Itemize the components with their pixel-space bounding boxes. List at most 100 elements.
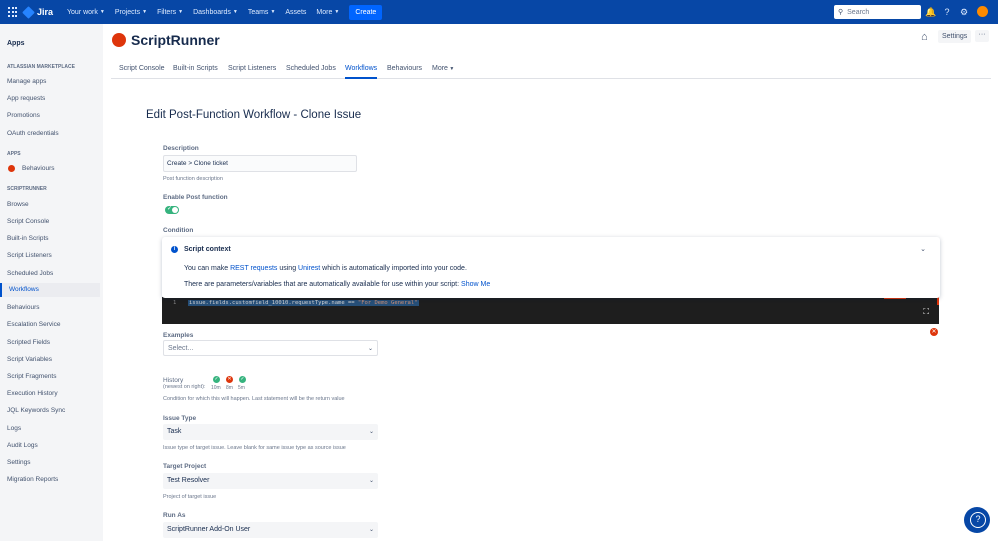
nav-filters[interactable]: Filters ▼	[157, 9, 183, 16]
history-time: 5m	[238, 385, 245, 391]
chevron-down-icon: ▼	[270, 9, 276, 15]
sidebar-item-execution-history[interactable]: Execution History	[7, 390, 58, 397]
examples-select[interactable]: Select... ⌄	[163, 340, 378, 356]
settings-button[interactable]: Settings	[938, 30, 972, 43]
description-label: Description	[163, 145, 199, 152]
sidebar-item-audit-logs[interactable]: Audit Logs	[7, 442, 38, 449]
tab-scheduled-jobs[interactable]: Scheduled Jobs	[286, 65, 336, 72]
run-as-select[interactable]: ScriptRunner Add-On User ⌄	[163, 522, 378, 538]
avatar[interactable]	[977, 6, 988, 17]
sidebar-title: Apps	[7, 40, 25, 47]
chevron-down-icon[interactable]: ⌄	[920, 245, 926, 253]
chevron-down-icon: ⌄	[367, 346, 373, 352]
nav-assets[interactable]: Assets	[285, 9, 306, 16]
sidebar-item-oauth[interactable]: OAuth credentials	[7, 130, 59, 137]
sidebar-item-manage-apps[interactable]: Manage apps	[7, 78, 46, 85]
sidebar-item-jql-keywords-sync[interactable]: JQL Keywords Sync	[7, 407, 65, 414]
sidebar-item-scheduled-jobs[interactable]: Scheduled Jobs	[7, 270, 53, 277]
sidebar-item-app-requests[interactable]: App requests	[7, 95, 45, 102]
history-time: 10m	[211, 385, 221, 391]
create-button[interactable]: Create	[349, 4, 383, 20]
issue-type-select[interactable]: Task ⌄	[163, 424, 378, 440]
popup-line-1: You can make REST requests using Unirest…	[184, 265, 467, 272]
sidebar-heading-marketplace: Atlassian Marketplace	[7, 64, 75, 70]
info-icon: i	[171, 246, 178, 253]
sidebar-item-behaviours[interactable]: Behaviours	[7, 304, 40, 311]
condition-help: Condition for which this will happen. La…	[163, 396, 345, 402]
code-line[interactable]: issue.fields.customfield_10010.requestTy…	[188, 300, 419, 306]
tab-script-listeners[interactable]: Script Listeners	[228, 65, 276, 72]
popup-title: Script context	[184, 246, 231, 253]
chevron-down-icon: ⌄	[368, 478, 374, 484]
app-switcher-icon[interactable]	[8, 7, 18, 17]
sidebar: Apps Atlassian Marketplace Manage apps A…	[0, 24, 103, 541]
nav-more[interactable]: More ▼	[316, 9, 339, 16]
error-icon[interactable]: ✕	[930, 328, 938, 336]
gear-icon[interactable]: ⚙	[959, 7, 969, 17]
sidebar-item-browse[interactable]: Browse	[7, 201, 29, 208]
nav-dashboards[interactable]: Dashboards ▼	[193, 9, 238, 16]
fullscreen-icon[interactable]: ⛶	[923, 307, 929, 317]
sidebar-heading-apps: Apps	[7, 151, 21, 157]
history-error-icon[interactable]: ✕	[226, 376, 233, 383]
show-me-link[interactable]: Show Me	[461, 281, 490, 288]
sidebar-item-logs[interactable]: Logs	[7, 425, 21, 432]
sidebar-item-script-listeners[interactable]: Script Listeners	[7, 252, 52, 259]
chevron-down-icon: ▼	[178, 9, 184, 15]
scriptrunner-logo-icon	[112, 33, 126, 47]
search-input[interactable]: ⚲ Search	[834, 5, 921, 19]
code-editor[interactable]: 1 issue.fields.customfield_10010.request…	[162, 297, 939, 324]
sidebar-item-settings[interactable]: Settings	[7, 459, 31, 466]
description-field[interactable]: Create > Clone ticket	[163, 155, 357, 172]
history-time: 8m	[226, 385, 233, 391]
sidebar-item-script-fragments[interactable]: Script Fragments	[7, 373, 57, 380]
tab-script-console[interactable]: Script Console	[119, 65, 165, 72]
top-navigation: Jira Your work ▼ Projects ▼ Filters ▼ Dashb…	[0, 0, 998, 24]
line-number: 1	[173, 300, 177, 306]
chevron-down-icon: ▼	[232, 9, 238, 15]
chevron-down-icon: ⌄	[368, 429, 374, 435]
target-project-select[interactable]: Test Resolver ⌄	[163, 473, 378, 489]
sidebar-item-migration-reports[interactable]: Migration Reports	[7, 476, 58, 483]
page-title: ScriptRunner	[131, 32, 220, 48]
nav-your-work[interactable]: Your work ▼	[67, 9, 105, 16]
target-project-label: Target Project	[163, 463, 207, 470]
chevron-down-icon: ▼	[142, 9, 148, 15]
chevron-down-icon: ▼	[99, 9, 105, 15]
rest-requests-link[interactable]: REST requests	[230, 265, 277, 272]
sidebar-item-behaviours-app[interactable]: Behaviours	[22, 165, 55, 172]
more-options-button[interactable]: ···	[975, 30, 989, 42]
help-button[interactable]	[964, 507, 990, 533]
check-icon: ✓	[167, 206, 173, 212]
condition-label: Condition	[163, 227, 194, 234]
search-icon: ⚲	[838, 9, 844, 16]
sidebar-item-built-in-scripts[interactable]: Built-in Scripts	[7, 235, 49, 242]
form-heading: Edit Post-Function Workflow - Clone Issu…	[146, 109, 362, 121]
history-label: History	[163, 377, 184, 384]
sidebar-item-promotions[interactable]: Promotions	[7, 112, 40, 119]
sidebar-item-workflows[interactable]: Workflows	[0, 283, 100, 297]
nav-projects[interactable]: Projects ▼	[115, 9, 147, 16]
history-success-icon[interactable]: ✓	[213, 376, 220, 383]
sidebar-item-script-console[interactable]: Script Console	[7, 218, 49, 225]
sidebar-item-scripted-fields[interactable]: Scripted Fields	[7, 339, 50, 346]
enable-toggle[interactable]: ✓	[165, 206, 179, 214]
issue-type-label: Issue Type	[163, 415, 197, 422]
tab-behaviours[interactable]: Behaviours	[387, 65, 422, 72]
notifications-icon[interactable]: 🔔	[925, 7, 936, 17]
enable-label: Enable Post function	[163, 194, 228, 201]
tab-workflows[interactable]: Workflows	[345, 65, 378, 79]
sidebar-item-script-variables[interactable]: Script Variables	[7, 356, 52, 363]
home-icon[interactable]: ⌂	[921, 31, 928, 43]
history-success-icon[interactable]: ✓	[239, 376, 246, 383]
unirest-link[interactable]: Unirest	[298, 265, 320, 272]
chevron-down-icon: ▼	[447, 66, 455, 72]
tab-more[interactable]: More ▼	[432, 65, 454, 72]
tab-built-in-scripts[interactable]: Built-in Scripts	[173, 65, 218, 72]
nav-teams[interactable]: Teams ▼	[248, 9, 276, 16]
examples-label: Examples	[163, 332, 194, 339]
chevron-down-icon: ▼	[334, 9, 340, 15]
sidebar-item-escalation-service[interactable]: Escalation Service	[7, 321, 60, 328]
jira-logo[interactable]: Jira	[22, 5, 53, 19]
help-icon[interactable]: ?	[942, 7, 952, 17]
